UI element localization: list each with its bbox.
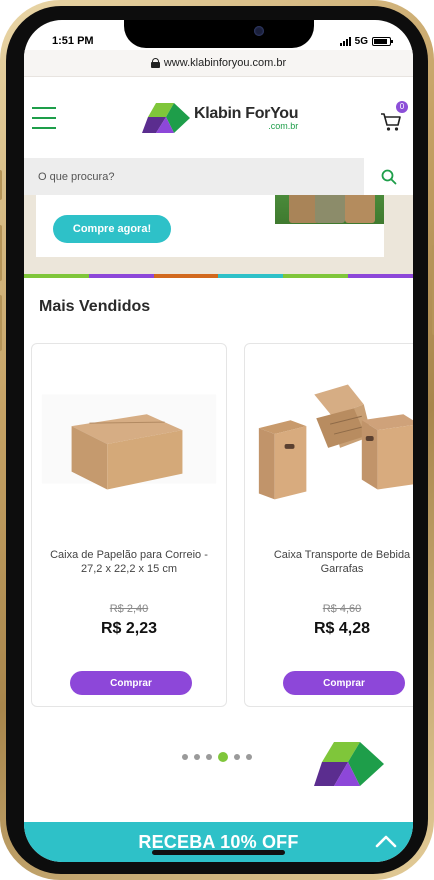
logo-mark-icon	[142, 103, 190, 133]
carousel-dot-active[interactable]	[218, 752, 228, 762]
search-bar	[24, 158, 413, 195]
camera-icon	[254, 26, 264, 36]
carousel-dot[interactable]	[182, 754, 188, 760]
product-old-price: R$ 4,60	[322, 603, 362, 615]
product-image[interactable]	[32, 364, 226, 514]
chevron-up-icon[interactable]	[375, 834, 397, 848]
color-stripe	[24, 274, 413, 278]
product-old-price: R$ 2,40	[109, 603, 149, 615]
product-price: R$ 4,28	[313, 620, 371, 637]
volume-down-button	[0, 295, 2, 351]
carousel-dot[interactable]	[206, 754, 212, 760]
promo-bar[interactable]: RECEBA 10% OFF	[24, 822, 413, 862]
logo-domain: .com.br	[268, 120, 299, 131]
logo-wordmark: Klabin ForYou	[194, 104, 299, 122]
cart-icon[interactable]	[380, 111, 402, 133]
product-card[interactable]: Caixa Transporte de Bebida Garrafas R$ 4…	[244, 343, 413, 707]
carousel-dots	[182, 752, 252, 762]
product-image[interactable]	[245, 364, 413, 514]
cart-count-badge: 0	[396, 101, 408, 113]
menu-icon[interactable]	[32, 107, 56, 129]
product-name[interactable]: Caixa Transporte de Bebida Garrafas	[253, 548, 413, 576]
mute-switch	[0, 170, 2, 200]
carousel-dot[interactable]	[234, 754, 240, 760]
screen: 1:51 PM 5G www.klabinforyou.com.br Klabi…	[24, 20, 413, 862]
section-title: Mais Vendidos	[39, 298, 151, 315]
footer-logo-icon	[314, 742, 384, 786]
battery-icon	[372, 36, 393, 46]
carousel-dot[interactable]	[194, 754, 200, 760]
carousel-dot[interactable]	[246, 754, 252, 760]
site-header: Klabin ForYou .com.br 0	[24, 77, 413, 157]
product-card[interactable]: Caixa de Papelão para Correio - 27,2 x 2…	[31, 343, 227, 707]
home-indicator	[152, 850, 285, 855]
status-time: 1:51 PM	[52, 35, 94, 47]
volume-up-button	[0, 225, 2, 281]
product-name[interactable]: Caixa de Papelão para Correio - 27,2 x 2…	[40, 548, 218, 576]
signal-icon	[339, 36, 351, 46]
search-icon	[381, 169, 396, 184]
notch	[124, 20, 314, 48]
status-indicators: 5G	[339, 34, 393, 48]
product-price: R$ 2,23	[100, 620, 158, 637]
buy-button[interactable]: Comprar	[70, 671, 192, 695]
search-input[interactable]	[24, 158, 364, 195]
banner-photo	[275, 195, 384, 224]
site-logo[interactable]: Klabin ForYou .com.br	[142, 101, 299, 135]
buy-button[interactable]: Comprar	[283, 671, 405, 695]
network-type: 5G	[354, 35, 368, 47]
search-button[interactable]	[364, 158, 413, 195]
buy-now-button[interactable]: Compre agora!	[53, 215, 171, 243]
